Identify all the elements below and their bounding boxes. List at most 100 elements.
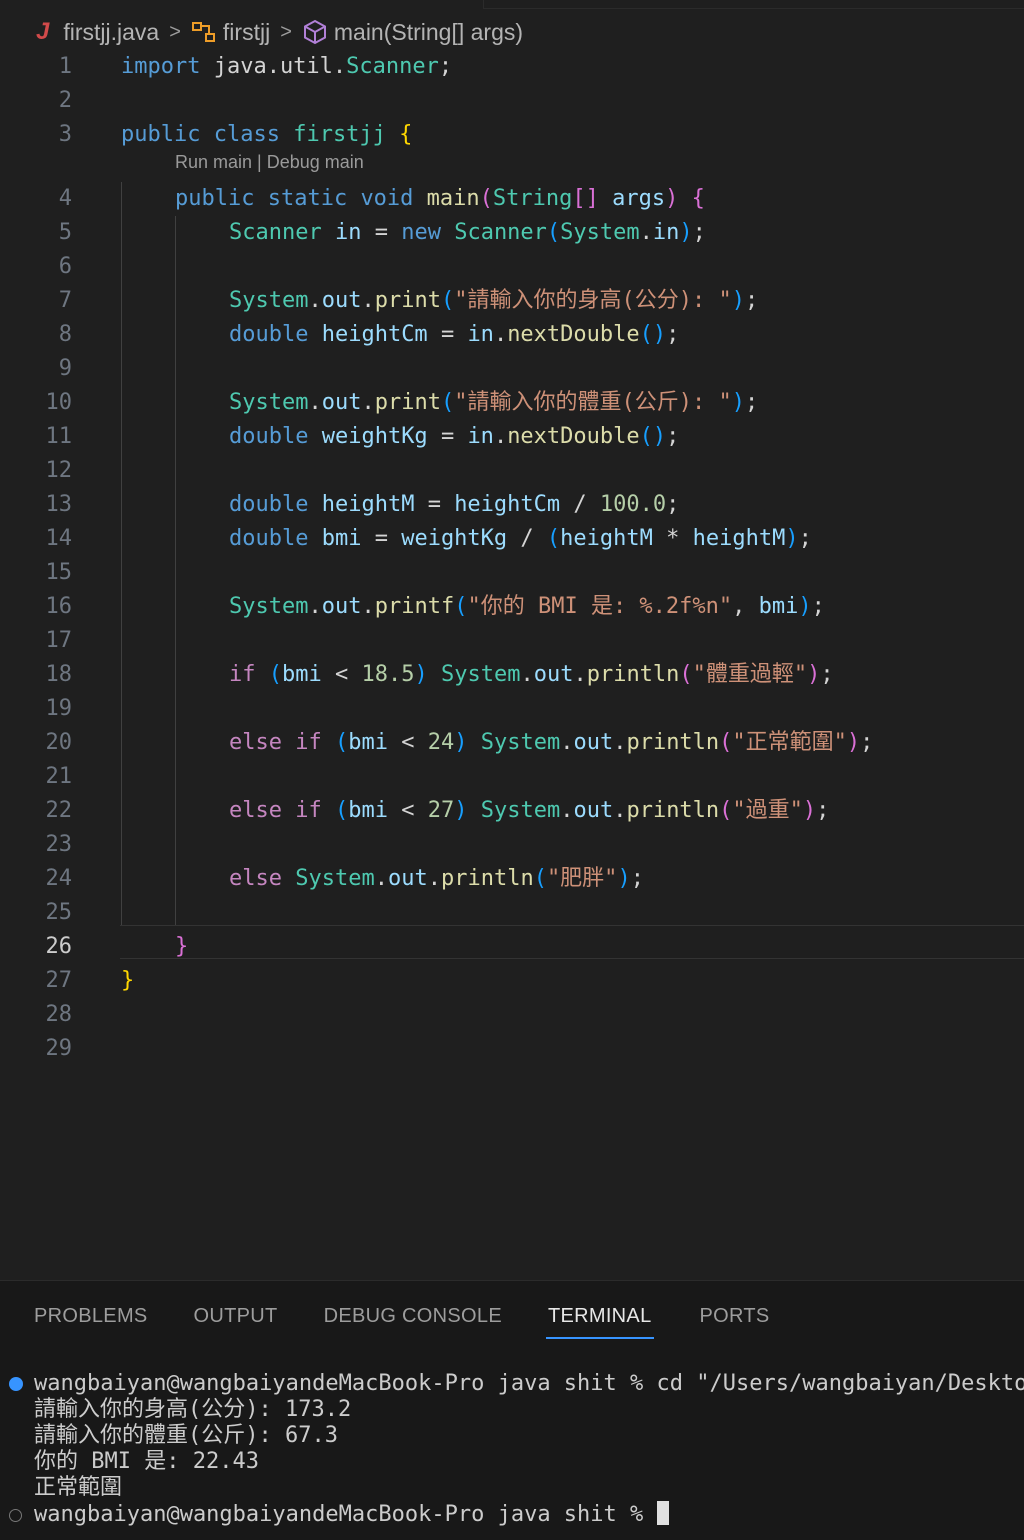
code-token: bmi: [282, 662, 335, 687]
code-token: ;: [692, 220, 706, 245]
code-text: public class firstjj {: [121, 118, 412, 152]
code-token: .: [427, 866, 441, 891]
code-token: ;: [666, 424, 680, 449]
code-line[interactable]: 15: [0, 556, 1024, 590]
code-token: out: [321, 390, 362, 415]
code-token: if: [295, 730, 335, 755]
tab-problems[interactable]: PROBLEMS: [34, 1303, 148, 1337]
tab-output[interactable]: OUTPUT: [194, 1303, 278, 1337]
terminal-prompt: wangbaiyan@wangbaiyandeMacBook-Pro java …: [34, 1502, 657, 1527]
tab-ports[interactable]: PORTS: [700, 1303, 770, 1337]
code-token: (: [268, 662, 282, 687]
code-token: 18.5: [361, 662, 415, 687]
code-token: {: [691, 186, 705, 211]
line-number: 7: [58, 288, 72, 313]
tab-debug-console[interactable]: DEBUG CONSOLE: [324, 1303, 502, 1337]
code-line[interactable]: 4 public static void main(String[] args) …: [0, 182, 1024, 216]
code-token: (: [440, 288, 455, 313]
code-token: print: [374, 390, 441, 415]
code-token: System: [480, 798, 561, 823]
line-number: 5: [58, 220, 72, 245]
terminal-line: wangbaiyan@wangbaiyandeMacBook-Pro java …: [34, 1371, 1024, 1396]
code-line[interactable]: 25: [0, 896, 1024, 930]
chevron-right-icon: >: [280, 20, 292, 43]
code-token: out: [321, 288, 362, 313]
terminal-line: 請輸入你的體重(公斤): 67.3: [34, 1423, 338, 1448]
code-token: .: [573, 662, 587, 687]
code-line[interactable]: 29: [0, 1032, 1024, 1066]
code-token: (): [639, 424, 667, 449]
code-token: =: [374, 220, 402, 245]
code-text: import java.util.Scanner;: [121, 50, 452, 84]
code-token: println: [440, 866, 534, 891]
code-line[interactable]: 12: [0, 454, 1024, 488]
code-line[interactable]: 23: [0, 828, 1024, 862]
code-token: System: [440, 662, 521, 687]
code-line[interactable]: 18 if (bmi < 18.5) System.out.println("體重…: [0, 658, 1024, 692]
code-line[interactable]: 17: [0, 624, 1024, 658]
code-line[interactable]: 5 Scanner in = new Scanner(System.in);: [0, 216, 1024, 250]
code-line[interactable]: 7 System.out.print("請輸入你的身高(公分): ");: [0, 284, 1024, 318]
command-pending-dot-icon[interactable]: [9, 1509, 22, 1522]
terminal-line: 你的 BMI 是: 22.43: [34, 1449, 259, 1474]
code-line[interactable]: 9: [0, 352, 1024, 386]
code-line[interactable]: 10 System.out.print("請輸入你的體重(公斤): ");: [0, 386, 1024, 420]
line-number: 6: [58, 254, 72, 279]
code-token: .: [361, 390, 375, 415]
code-text: System.out.printf("你的 BMI 是: %.2f%n", bm…: [229, 590, 825, 624]
code-token: <: [401, 730, 428, 755]
terminal-cursor: [656, 1501, 669, 1525]
codelens-run-debug[interactable]: Run main | Debug main: [175, 152, 364, 173]
code-token: =: [440, 322, 468, 347]
code-token: void: [360, 186, 427, 211]
terminal-prompt-line[interactable]: wangbaiyan@wangbaiyandeMacBook-Pro java …: [34, 1501, 669, 1528]
code-token: 27: [427, 798, 455, 823]
code-editor[interactable]: J firstjj.java > firstjj > main(String[]…: [0, 0, 1024, 1280]
code-line[interactable]: 28: [0, 998, 1024, 1032]
code-token: else: [229, 730, 296, 755]
code-line[interactable]: 16 System.out.printf("你的 BMI 是: %.2f%n", …: [0, 590, 1024, 624]
code-token: ;: [811, 594, 825, 619]
code-line[interactable]: 8 double heightCm = in.nextDouble();: [0, 318, 1024, 352]
code-token: "肥胖": [546, 866, 618, 891]
line-number: 17: [45, 628, 73, 653]
code-line[interactable]: 2: [0, 84, 1024, 118]
code-token: nextDouble: [507, 424, 640, 449]
code-line[interactable]: 6: [0, 250, 1024, 284]
code-token: System: [229, 390, 309, 415]
code-token: bmi: [321, 526, 375, 551]
breadcrumb-class[interactable]: firstjj: [223, 19, 270, 46]
code-line[interactable]: 20 else if (bmi < 24) System.out.println(…: [0, 726, 1024, 760]
code-line[interactable]: 24 else System.out.println("肥胖");: [0, 862, 1024, 896]
tab-terminal[interactable]: TERMINAL: [545, 1303, 654, 1339]
code-line[interactable]: 3 public class firstjj {: [0, 118, 1024, 152]
code-line[interactable]: 1 import java.util.Scanner;: [0, 50, 1024, 84]
code-line[interactable]: 22 else if (bmi < 27) System.out.println(…: [0, 794, 1024, 828]
code-token: args: [612, 186, 666, 211]
code-token: import: [121, 54, 214, 79]
code-line[interactable]: 14 double bmi = weightKg / (heightM * hei…: [0, 522, 1024, 556]
code-token: (: [454, 594, 468, 619]
breadcrumb-file[interactable]: firstjj.java: [63, 19, 159, 46]
code-token: .: [361, 594, 375, 619]
code-token: System: [229, 594, 309, 619]
code-token: Scanner: [229, 220, 335, 245]
code-line[interactable]: 27}: [0, 964, 1024, 998]
code-line[interactable]: 21: [0, 760, 1024, 794]
code-text: }: [121, 964, 134, 998]
code-token: java.util.: [213, 54, 347, 79]
code-token: ): [617, 866, 631, 891]
code-token: heightM: [560, 526, 667, 551]
code-token: println: [626, 730, 720, 755]
code-token: .: [560, 730, 574, 755]
code-token: <: [401, 798, 428, 823]
breadcrumb-method[interactable]: main(String[] args): [334, 19, 523, 46]
code-line[interactable]: 19: [0, 692, 1024, 726]
code-token: ): [846, 730, 861, 755]
code-line[interactable]: 26}: [0, 930, 1024, 964]
code-token: bmi: [758, 594, 799, 619]
code-line[interactable]: 13 double heightM = heightCm / 100.0;: [0, 488, 1024, 522]
command-success-dot-icon[interactable]: [9, 1377, 23, 1391]
code-token: heightCm: [321, 322, 441, 347]
code-line[interactable]: 11 double weightKg = in.nextDouble();: [0, 420, 1024, 454]
